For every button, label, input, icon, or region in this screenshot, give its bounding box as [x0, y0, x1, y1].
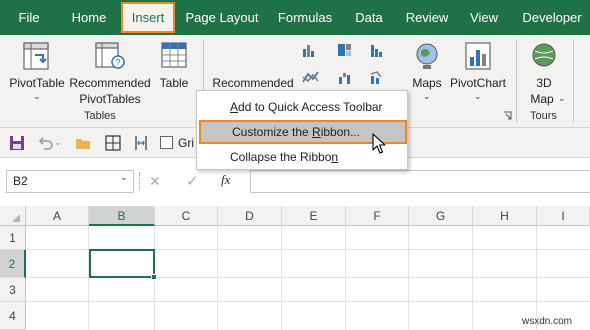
table-label: Table [159, 76, 189, 90]
gridline [472, 226, 473, 330]
gridline [26, 301, 590, 302]
column-header-f[interactable]: F [346, 206, 409, 226]
ribbon-context-menu: Add to Quick Access Toolbar Customize th… [196, 90, 408, 170]
worksheet-grid[interactable]: A B C D E F G H I 1 2 3 4 [0, 206, 590, 330]
tab-file[interactable]: File [8, 0, 50, 35]
tours-group-label: Tours [530, 110, 557, 122]
maps-button[interactable]: Maps ⌄ [408, 37, 446, 109]
column-header-c[interactable]: C [155, 206, 218, 226]
table-button[interactable]: Table [154, 37, 194, 109]
row-header-4[interactable]: 4 [0, 302, 26, 330]
gridline [345, 226, 346, 330]
gridline [88, 226, 89, 330]
recommended-pivottables-button[interactable]: ? Recommended PivotTables [68, 37, 152, 109]
tab-review[interactable]: Review [400, 0, 454, 35]
statistic-chart-icon[interactable] [369, 42, 395, 58]
cancel-icon[interactable]: ✕ [149, 173, 161, 190]
ribbon-tab-bar: File Home Insert Page Layout Formulas Da… [0, 0, 590, 35]
chevron-down-icon: ⌄ [423, 91, 431, 101]
pivottable-button[interactable]: PivotTable ⌄ [6, 37, 68, 109]
globe-icon [416, 43, 438, 69]
select-all-corner[interactable] [0, 206, 26, 226]
3d-map-label-1: 3D [536, 76, 552, 90]
tables-group-label: Tables [84, 110, 116, 122]
ribbon-separator [516, 39, 517, 123]
name-box-chevron-icon[interactable]: ⌄ [120, 172, 128, 183]
formula-input[interactable] [250, 170, 590, 193]
gridlines-label: Gri [178, 136, 194, 150]
open-folder-icon[interactable] [74, 134, 92, 152]
line-chart-icon[interactable] [301, 69, 323, 85]
tab-home[interactable]: Home [62, 0, 116, 35]
chevron-down-icon[interactable]: ⌄ [54, 137, 62, 148]
mouse-cursor-icon [372, 133, 386, 154]
column-header-a[interactable]: A [26, 206, 89, 226]
hierarchy-chart-icon[interactable] [337, 42, 359, 58]
waterfall-chart-icon[interactable] [337, 69, 359, 85]
row-header-3[interactable]: 3 [0, 278, 26, 302]
column-header-h[interactable]: H [473, 206, 537, 226]
pivottable-icon [23, 42, 49, 70]
chevron-down-icon: ⌄ [474, 91, 482, 101]
selected-cell-b2[interactable] [89, 249, 155, 278]
pivotchart-label: PivotChart [449, 76, 507, 90]
column-header-e[interactable]: E [282, 206, 346, 226]
3d-map-label-2: Map [530, 92, 554, 106]
maps-label: Maps [412, 76, 442, 90]
pivotchart-button[interactable]: PivotChart ⌄ [446, 37, 510, 109]
insert-function-icon[interactable]: fx [221, 172, 230, 188]
row-header-1[interactable]: 1 [0, 226, 26, 250]
name-box[interactable]: B2 [6, 170, 134, 193]
enter-icon[interactable]: ✓ [186, 172, 199, 190]
tab-insert[interactable]: Insert [121, 2, 175, 33]
pivottable-label: PivotTable [9, 76, 65, 90]
globe-3d-icon [532, 43, 556, 67]
combo-chart-icon[interactable] [369, 69, 395, 85]
fill-handle[interactable] [151, 274, 157, 280]
pivotchart-icon [465, 42, 491, 70]
recommended-charts-label: Recommended [212, 76, 294, 90]
column-chart-icon[interactable] [301, 42, 323, 58]
svg-text:?: ? [115, 58, 120, 68]
recommended-pivottables-icon: ? [95, 42, 125, 69]
tab-view[interactable]: View [462, 0, 506, 35]
column-width-icon[interactable] [132, 134, 150, 152]
ribbon-separator [573, 39, 574, 123]
column-header-b[interactable]: B [89, 206, 155, 226]
table-icon [161, 42, 187, 68]
column-header-d[interactable]: D [218, 206, 282, 226]
column-header-i[interactable]: I [537, 206, 590, 226]
recommended-pivottables-label-1: Recommended [69, 76, 151, 90]
save-icon[interactable] [8, 134, 26, 152]
tab-formulas[interactable]: Formulas [272, 0, 338, 35]
menu-item-add-to-qat[interactable]: Add to Quick Access Toolbar [197, 95, 407, 119]
3d-map-button[interactable]: 3D Map ⌄ [522, 37, 566, 109]
tab-page-layout[interactable]: Page Layout [180, 0, 264, 35]
gridline [408, 226, 409, 330]
gridline [281, 226, 282, 330]
chevron-down-icon: ⌄ [33, 91, 41, 101]
borders-icon[interactable] [104, 134, 122, 152]
gridlines-checkbox[interactable] [160, 136, 173, 149]
tab-developer[interactable]: Developer [514, 0, 590, 35]
tab-data[interactable]: Data [348, 0, 390, 35]
dialog-launcher-icon[interactable] [503, 111, 512, 120]
recommended-pivottables-label-2: PivotTables [79, 92, 141, 106]
watermark: wsxdn.com [522, 316, 573, 327]
chevron-down-icon: ⌄ [558, 93, 566, 103]
gridline [536, 226, 537, 330]
gridline [217, 226, 218, 330]
undo-icon[interactable] [36, 134, 54, 152]
row-header-2[interactable]: 2 [0, 250, 26, 278]
column-header-g[interactable]: G [409, 206, 473, 226]
formula-bar-splitter[interactable] [139, 172, 141, 190]
